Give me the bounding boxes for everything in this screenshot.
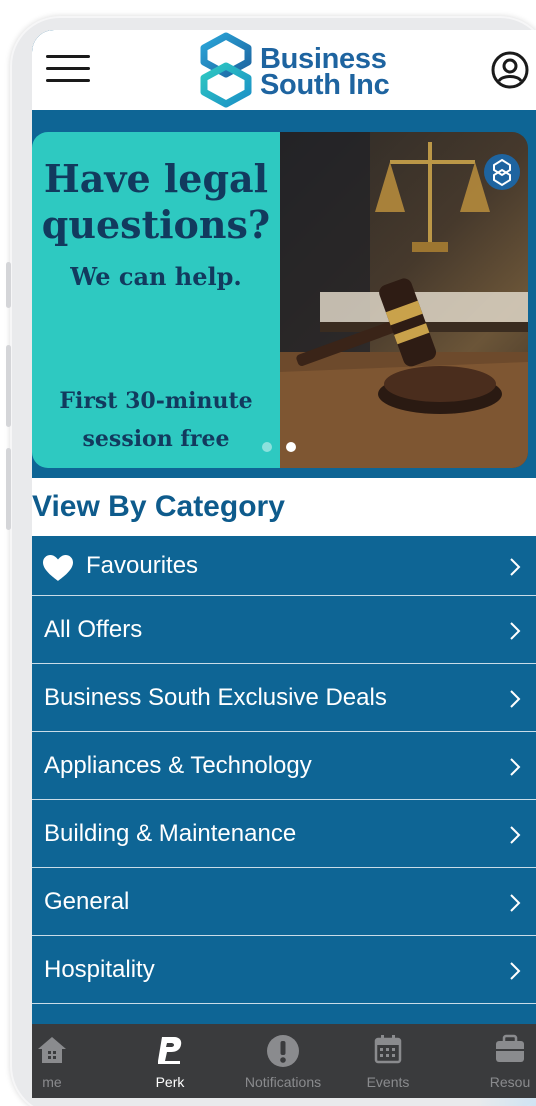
category-label: General xyxy=(44,888,130,915)
home-icon xyxy=(38,1037,66,1063)
section-title: View By Category xyxy=(32,490,285,523)
promo-banner-photo-gavel xyxy=(280,132,528,468)
nav-label: Events xyxy=(366,1074,410,1090)
category-label: Appliances & Technology xyxy=(44,752,312,779)
brand-line-2: South Inc xyxy=(260,69,390,101)
promo-subheadline: We can help. xyxy=(70,262,242,291)
category-item-exclusive-deals[interactable]: Business South Exclusive Deals xyxy=(32,664,536,732)
category-item-building-maintenance[interactable]: Building & Maintenance xyxy=(32,800,536,868)
app-screen: Business South Inc Have legal questions?… xyxy=(32,30,536,1098)
promo-headline: Have legal questions? xyxy=(41,156,271,247)
brand-logo[interactable]: Business South Inc xyxy=(198,32,398,108)
chevron-right-icon xyxy=(510,622,521,640)
brand-logo-mark-icon xyxy=(200,32,252,108)
carousel-pagination xyxy=(262,442,302,454)
chevron-right-icon xyxy=(510,826,521,844)
briefcase-icon xyxy=(496,1034,524,1062)
app-header: Business South Inc xyxy=(32,30,536,110)
chevron-right-icon xyxy=(510,690,521,708)
brand-name: Business South Inc xyxy=(260,45,390,101)
calendar-icon xyxy=(374,1035,402,1064)
nav-label: Resou xyxy=(489,1074,531,1090)
perk-icon xyxy=(158,1037,182,1064)
phone-side-button xyxy=(6,262,11,308)
category-label: Favourites xyxy=(86,552,199,579)
promo-banner-text-panel: Have legal questions? We can help. First… xyxy=(32,132,280,468)
category-label: All Offers xyxy=(44,616,143,643)
phone-volume-down-button xyxy=(6,448,11,530)
carousel-dot-2-active[interactable] xyxy=(286,442,296,452)
chevron-right-icon xyxy=(510,558,521,576)
category-list: Favourites All Offers Business South Exc… xyxy=(32,536,536,1072)
phone-volume-up-button xyxy=(6,345,11,427)
chevron-right-icon xyxy=(510,894,521,912)
user-profile-icon[interactable] xyxy=(490,50,530,90)
alert-icon xyxy=(267,1035,299,1067)
heart-icon xyxy=(43,555,73,581)
chevron-right-icon xyxy=(510,758,521,776)
section-header: View By Category xyxy=(32,478,536,536)
category-item-favourites[interactable]: Favourites xyxy=(32,536,536,596)
category-item-all-offers[interactable]: All Offers xyxy=(32,596,536,664)
category-label: Business South Exclusive Deals xyxy=(44,684,387,711)
category-item-general[interactable]: General xyxy=(32,868,536,936)
category-label: Building & Maintenance xyxy=(44,820,297,847)
promo-banner-carousel[interactable]: Have legal questions? We can help. First… xyxy=(32,132,528,468)
bottom-navigation: me Perk Notifications Events Resou xyxy=(32,1024,536,1098)
nav-tab-events[interactable]: Events xyxy=(348,1024,428,1098)
category-item-hospitality[interactable]: Hospitality xyxy=(32,936,536,1004)
category-item-appliances-technology[interactable]: Appliances & Technology xyxy=(32,732,536,800)
nav-label: Notifications xyxy=(244,1074,322,1090)
nav-tab-resources[interactable]: Resou xyxy=(450,1024,536,1098)
nav-tab-home[interactable]: me xyxy=(32,1024,92,1098)
nav-tab-perk[interactable]: Perk xyxy=(132,1024,208,1098)
nav-label: Perk xyxy=(155,1074,185,1090)
promo-offer: First 30-minute session free xyxy=(59,388,253,452)
nav-tab-notifications[interactable]: Notifications xyxy=(228,1024,338,1098)
category-label: Hospitality xyxy=(44,956,155,983)
nav-label: me xyxy=(42,1074,62,1090)
chevron-right-icon xyxy=(510,962,521,980)
hamburger-menu-icon[interactable] xyxy=(46,55,90,83)
carousel-dot-1[interactable] xyxy=(262,442,272,452)
